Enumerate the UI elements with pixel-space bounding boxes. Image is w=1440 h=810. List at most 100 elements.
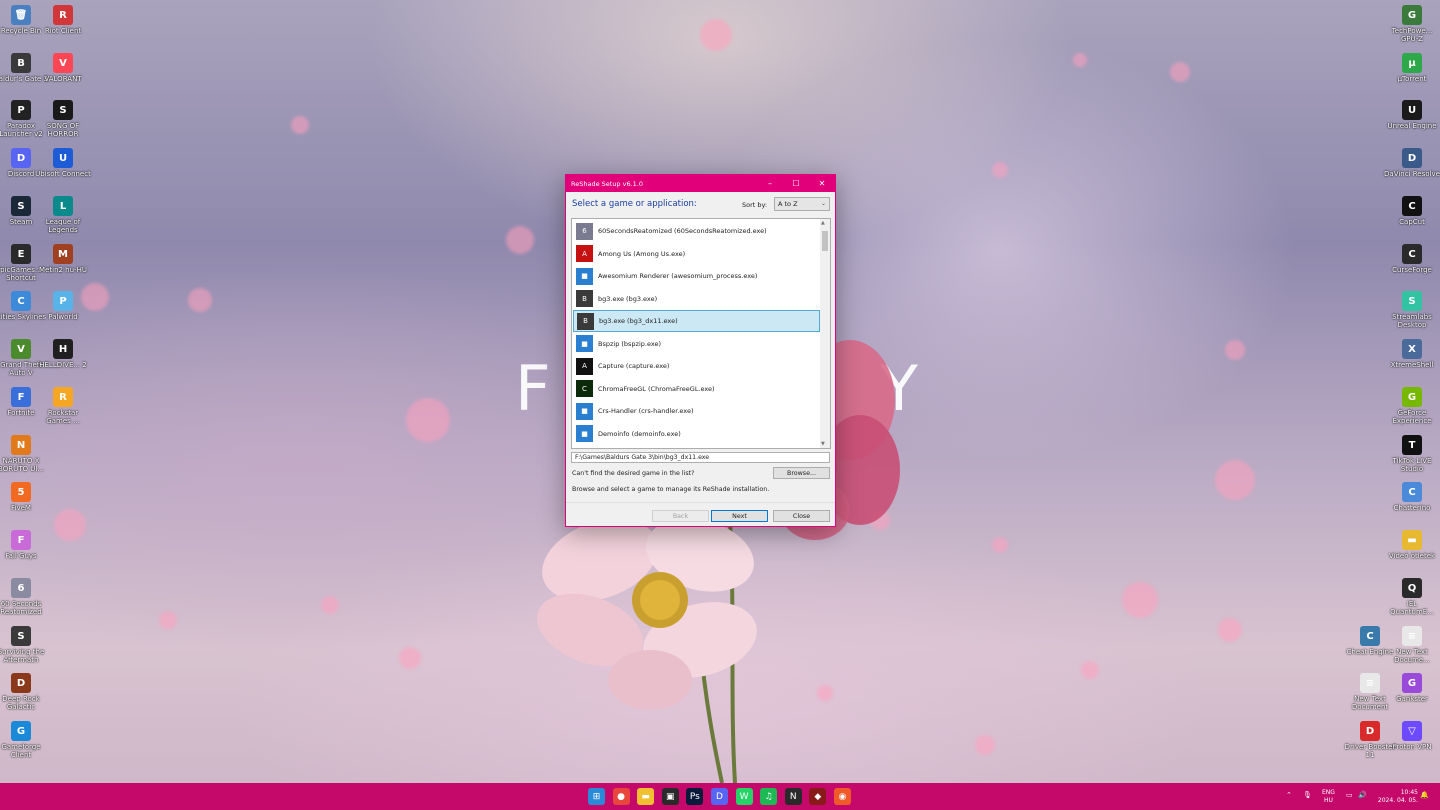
browse-button[interactable]: Browse... bbox=[773, 467, 830, 479]
desktop-shortcut-right[interactable]: ≡ New Text Docume... bbox=[1389, 626, 1435, 664]
desktop-shortcut-left[interactable]: 5 FiveM bbox=[0, 482, 44, 512]
desktop-shortcut-left[interactable]: V Grand Theft Auto V bbox=[0, 339, 44, 377]
nvidia-icon[interactable]: N bbox=[784, 788, 802, 805]
desktop-shortcut-left[interactable]: F Fall Guys bbox=[0, 530, 44, 560]
desktop-shortcut-left[interactable]: V VALORANT bbox=[40, 53, 86, 83]
unreal-engine-icon: U bbox=[1402, 100, 1422, 120]
chatterino-icon: C bbox=[1402, 482, 1422, 502]
photoshop-icon[interactable]: Ps bbox=[686, 788, 704, 805]
desktop-shortcut-left[interactable]: S Surviving the Aftermath bbox=[0, 626, 44, 664]
desktop-shortcut-right[interactable]: T TikTok LIVE Studio bbox=[1389, 435, 1435, 473]
scroll-down-icon[interactable]: ▼ bbox=[821, 441, 825, 447]
gankster-icon: G bbox=[1402, 673, 1422, 693]
desktop-shortcut-left[interactable]: 6 60 Seconds Reatomized bbox=[0, 578, 44, 616]
game-list-item-label: Crs-Handler (crs-handler.exe) bbox=[598, 407, 694, 415]
desktop-shortcut-label: Riot Client bbox=[44, 27, 82, 35]
language-indicator[interactable]: ENG HU bbox=[1322, 789, 1335, 805]
microphone-icon[interactable]: 🎙 bbox=[1303, 791, 1312, 799]
desktop-shortcut-left[interactable]: H HELLDIVE... 2 bbox=[39, 339, 87, 369]
desktop-shortcut-right[interactable]: C CapCut bbox=[1389, 196, 1435, 226]
game-list-item[interactable]: Bbg3.exe (bg3.exe) bbox=[573, 288, 820, 310]
desktop-shortcut-right[interactable]: C CurseForge bbox=[1389, 244, 1435, 274]
desktop-shortcut-right[interactable]: S Streamlabs Desktop bbox=[1389, 291, 1435, 329]
network-icon[interactable]: ▭ bbox=[1346, 791, 1353, 799]
list-scrollbar[interactable]: ▲ ▼ bbox=[820, 219, 830, 448]
desktop-shortcut-left[interactable]: E EpicGames... - Shortcut bbox=[0, 244, 46, 282]
ubisoft-icon: U bbox=[53, 148, 73, 168]
game-list-item[interactable]: A Capture (capture.exe) bbox=[573, 355, 820, 377]
whatsapp-icon[interactable]: W bbox=[735, 788, 753, 805]
desktop-shortcut-left[interactable]: S SONG OF HORROR bbox=[40, 100, 86, 138]
desktop-shortcut-right[interactable]: U Unreal Engine bbox=[1387, 100, 1437, 130]
close-window-button[interactable]: ✕ bbox=[809, 175, 835, 192]
chevron-up-icon[interactable]: ⌃ bbox=[1286, 791, 1292, 799]
scroll-up-icon[interactable]: ▲ bbox=[821, 220, 825, 226]
desktop-shortcut-left[interactable]: M Metin2 hu-HU bbox=[39, 244, 87, 274]
next-button[interactable]: Next bbox=[711, 510, 768, 522]
desktop-shortcut-right[interactable]: G TechPowe... GPU-Z bbox=[1389, 5, 1435, 43]
desktop-shortcut-left[interactable]: G Gameforge Client bbox=[0, 721, 44, 759]
volume-icon[interactable]: 🔊 bbox=[1358, 791, 1367, 799]
game-list-item[interactable]: Bbg3.exe (bg3_dx11.exe) bbox=[573, 310, 820, 332]
desktop-shortcut-left[interactable]: R Rockstar Games ... bbox=[40, 387, 86, 425]
game-list-item[interactable]: ■ Demoinfo (demoinfo.exe) bbox=[573, 423, 820, 445]
spotify-icon[interactable]: ♫ bbox=[760, 788, 778, 805]
chrome-icon[interactable]: ● bbox=[612, 788, 630, 805]
desktop-shortcut-right[interactable]: ≡ New Text Document bbox=[1347, 673, 1393, 711]
palworld-icon: P bbox=[53, 291, 73, 311]
game-list-item[interactable]: ■ Crs-Handler (crs-handler.exe) bbox=[573, 400, 820, 422]
desktop-shortcut-right[interactable]: D Driver Booster 11 bbox=[1345, 721, 1395, 759]
quantum-icon: Q bbox=[1402, 578, 1422, 598]
desktop-shortcut-right[interactable]: C Cheat Engine bbox=[1347, 626, 1393, 656]
sort-dropdown[interactable]: A to Z ⌄ bbox=[774, 197, 830, 211]
desktop-shortcut-label: CapCut bbox=[1399, 218, 1425, 226]
dialog-title: ReShade Setup v6.1.0 bbox=[571, 179, 644, 188]
game-list[interactable]: 6 60SecondsReatomized (60SecondsReatomize… bbox=[571, 218, 831, 449]
desktop-shortcut-right[interactable]: G GeForce Experience bbox=[1389, 387, 1435, 425]
desktop-shortcut-left[interactable]: L League of Legends bbox=[40, 196, 86, 234]
desktop-shortcut-label: Unreal Engine bbox=[1387, 122, 1437, 130]
game-list-item-label: Awesomium Renderer (awesomium_process.ex… bbox=[598, 272, 758, 280]
file-explorer-icon[interactable]: ▬ bbox=[637, 788, 655, 805]
baldurs-gate-icon: B bbox=[11, 53, 31, 73]
game-list-item[interactable]: A Among Us (Among Us.exe) bbox=[573, 243, 820, 265]
desktop-shortcut-right[interactable]: D DaVinci Resolve bbox=[1384, 148, 1440, 178]
metin2-icon: M bbox=[53, 244, 73, 264]
game-list-item[interactable]: 6 60SecondsReatomized (60SecondsReatomize… bbox=[573, 220, 820, 242]
game-list-item-label: Among Us (Among Us.exe) bbox=[598, 249, 686, 258]
game-list-item[interactable]: ■ Bspzip (bspzip.exe) bbox=[573, 333, 820, 355]
game-list-item-label: Bspzip (bspzip.exe) bbox=[598, 339, 662, 348]
capture-icon: A bbox=[576, 357, 593, 375]
desktop-shortcut-right[interactable]: Q IEL QuantumE... bbox=[1389, 578, 1435, 616]
desktop-shortcut-right[interactable]: X XtremeShell bbox=[1389, 339, 1435, 369]
minimize-button[interactable]: – bbox=[757, 175, 783, 192]
desktop-shortcut-right[interactable]: µ µTorrent bbox=[1389, 53, 1435, 83]
desktop-shortcut-label: VALORANT bbox=[44, 75, 82, 83]
desktop-shortcut-left[interactable]: U Ubisoft Connect bbox=[35, 148, 91, 178]
desktop-shortcut-label: XtremeShell bbox=[1390, 361, 1434, 369]
close-button[interactable]: Close bbox=[773, 510, 830, 522]
windows-start-icon[interactable]: ⊞ bbox=[588, 788, 605, 805]
desktop-shortcut-label: Palworld bbox=[48, 313, 78, 321]
game-list-item[interactable]: ■ Awesomium Renderer (awesomium_process.e… bbox=[573, 265, 820, 287]
discord-icon[interactable]: D bbox=[711, 788, 728, 805]
desktop-shortcut-right[interactable]: C Chatterino bbox=[1389, 482, 1435, 512]
game-list-item[interactable]: C ChromaFreeGL (ChromaFreeGL.exe) bbox=[573, 378, 820, 400]
scrollbar-thumb[interactable] bbox=[822, 231, 828, 251]
reshade-icon[interactable]: ◉ bbox=[834, 788, 851, 805]
desktop-shortcut-left[interactable]: N NARUTO X BORUTO Ul... bbox=[0, 435, 44, 473]
epic-games-icon: E bbox=[11, 244, 31, 264]
desktop-shortcut-right[interactable]: ▬ Videó ötletek bbox=[1389, 530, 1435, 560]
path-field[interactable]: F:\Games\Baldurs Gate 3\bin\bg3_dx11.exe bbox=[571, 452, 830, 463]
game-icon[interactable]: ◆ bbox=[809, 788, 827, 805]
maximize-button[interactable]: ☐ bbox=[783, 175, 809, 192]
desktop-shortcut-left[interactable]: R Riot Client bbox=[40, 5, 86, 35]
utorrent-icon: µ bbox=[1402, 53, 1422, 73]
desktop-shortcut-left[interactable]: D Deep Rock Galactic bbox=[0, 673, 44, 711]
dialog-titlebar[interactable]: ReShade Setup v6.1.0 – ☐ ✕ bbox=[566, 175, 835, 192]
store-icon[interactable]: ▣ bbox=[661, 788, 679, 805]
system-clock[interactable]: 10:45 2024. 04. 05. bbox=[1378, 789, 1418, 805]
back-button[interactable]: Back bbox=[652, 510, 709, 522]
notification-bell-icon[interactable]: 🔔 bbox=[1420, 791, 1429, 799]
desktop-shortcut-left[interactable]: P Palworld bbox=[40, 291, 86, 321]
